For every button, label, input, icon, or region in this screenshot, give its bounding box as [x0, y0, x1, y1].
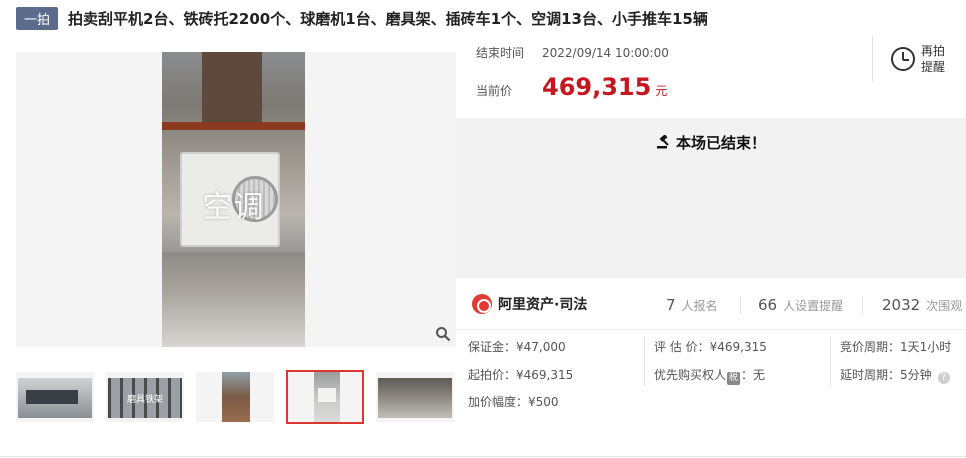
remind-line2: 提醒: [921, 60, 946, 74]
thumbnail-3[interactable]: [196, 372, 274, 422]
platform-name: 阿里资产·司法: [498, 297, 588, 313]
remind-button[interactable]: 再拍 提醒: [872, 36, 956, 82]
bid-increment: 加价幅度：¥500: [468, 395, 559, 409]
title-bar: 一拍 拍卖刮平机2台、铁砖托2200个、球磨机1台、磨具架、插砖车1个、空调13…: [16, 6, 708, 30]
priority-buyer: 优先购买权人税：无: [654, 368, 766, 385]
divider: [0, 456, 966, 457]
signup-count: 7 人报名: [666, 296, 718, 314]
reminder-count: 66 人设置提醒: [758, 296, 844, 314]
tax-tag-icon: 税: [727, 372, 741, 385]
image-watermark-text: 空调: [202, 190, 265, 225]
start-price: 起拍价：¥469,315: [468, 368, 574, 382]
auction-status-panel: 本场已结束！: [456, 118, 966, 278]
bidding-cycle: 竞价周期：1天1小时: [840, 340, 952, 354]
delay-cycle: 延时周期：5分钟?: [840, 366, 950, 384]
magnifier-icon[interactable]: [432, 323, 454, 345]
question-icon[interactable]: ?: [937, 372, 950, 384]
platform-logo[interactable]: 阿里资产·司法: [472, 294, 587, 314]
platform-bar: 阿里资产·司法 7 人报名 66 人设置提醒 2032 次围观: [456, 278, 966, 330]
auction-ended-message: 本场已结束！: [456, 132, 966, 153]
main-image[interactable]: 空调: [16, 52, 456, 347]
end-time-label: 结束时间: [476, 46, 525, 60]
ali-assets-logo-icon: [472, 294, 492, 314]
price-unit: 元: [655, 84, 668, 98]
alarm-clock-icon: [891, 47, 915, 71]
deposit: 保证金：¥47,000: [468, 340, 566, 354]
thumbnail-4-selected[interactable]: [286, 370, 364, 424]
current-price-value: 469,315: [542, 73, 652, 101]
main-photo: 空调: [162, 52, 305, 347]
thumbnail-5[interactable]: [376, 372, 454, 422]
view-count: 2032 次围观: [882, 296, 963, 314]
gavel-icon: [656, 134, 669, 149]
auction-round-badge: 一拍: [16, 6, 59, 30]
remind-line1: 再拍: [921, 44, 946, 58]
thumbnail-strip: 磨具铁架: [16, 370, 456, 424]
appraisal-price: 评 估 价：¥469,315: [654, 340, 767, 354]
current-price-label: 当前价: [476, 84, 513, 98]
auction-details: 保证金：¥47,000 起拍价：¥469,315 加价幅度：¥500 评 估 价…: [456, 330, 966, 420]
end-time-value: 2022/09/14 10:00:00: [542, 46, 669, 60]
thumbnail-1[interactable]: [16, 372, 94, 422]
page-title: 拍卖刮平机2台、铁砖托2200个、球磨机1台、磨具架、插砖车1个、空调13台、小…: [68, 9, 708, 28]
thumbnail-caption: 磨具铁架: [126, 395, 163, 405]
thumbnail-2[interactable]: 磨具铁架: [106, 372, 184, 422]
auction-ended-text: 本场已结束！: [675, 134, 766, 152]
